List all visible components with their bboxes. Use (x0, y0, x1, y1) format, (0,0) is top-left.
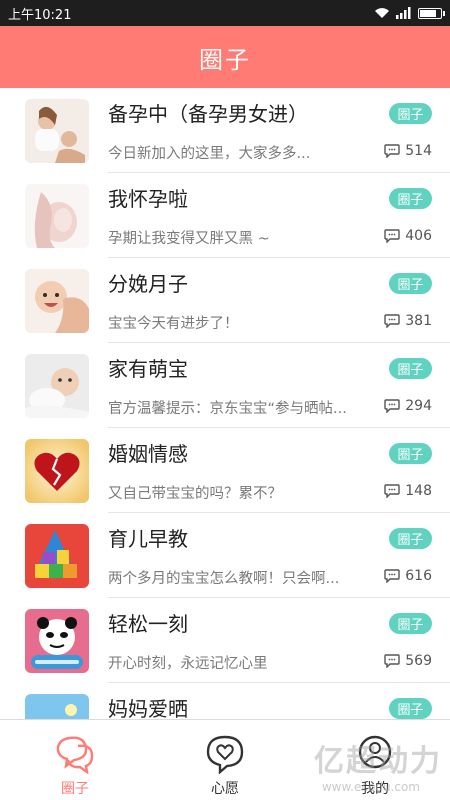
toy-blocks-image (25, 523, 89, 588)
circle-row-body: 育儿早教 两个多月的宝宝怎么教啊！只会啊... 圈子 616 (108, 513, 450, 598)
comment-count: 381 (384, 313, 432, 329)
chat-bubble-icon (56, 736, 94, 774)
watermark-url: www.ecodu.com (321, 780, 420, 794)
comment-count: 148 (384, 483, 432, 499)
comment-icon (384, 569, 400, 583)
title-bar: 圈子 (0, 26, 450, 88)
comment-count-value: 616 (405, 568, 432, 584)
comment-count-value: 406 (405, 228, 432, 244)
circle-row[interactable]: 婚姻情感 又自己带宝宝的吗？累不？ 圈子 148 (0, 428, 450, 513)
mother-baby-photo (25, 268, 89, 333)
circle-list[interactable]: 备孕中（备孕男女进） 今日新加入的这里，大家多多... 圈子 514 我怀孕啦 … (0, 88, 450, 719)
comment-count: 406 (384, 228, 432, 244)
circle-tag: 圈子 (389, 613, 432, 634)
circle-row[interactable]: 妈妈爱晒 圈子 (0, 683, 450, 719)
landscape-image (25, 693, 89, 719)
circle-name: 婚姻情感 (108, 442, 188, 466)
circle-row-body: 备孕中（备孕男女进） 今日新加入的这里，大家多多... 圈子 514 (108, 88, 450, 173)
circle-latest-post: 孕期让我变得又胖又黑 ~ (108, 231, 270, 247)
couple-photo (25, 98, 89, 163)
heart-bubble-icon (206, 735, 244, 774)
circle-latest-post: 官方温馨提示：京东宝宝“参与晒帖... (108, 401, 347, 417)
comment-icon (384, 399, 400, 413)
circle-tag: 圈子 (389, 698, 432, 719)
circle-latest-post: 两个多月的宝宝怎么教啊！只会啊... (108, 571, 340, 587)
circle-tag: 圈子 (389, 103, 432, 124)
circle-name: 我怀孕啦 (108, 187, 188, 211)
circle-row-body: 妈妈爱晒 圈子 (108, 683, 450, 719)
circle-row[interactable]: 育儿早教 两个多月的宝宝怎么教啊！只会啊... 圈子 616 (0, 513, 450, 598)
circle-row[interactable]: 轻松一刻 开心时刻，永远记忆心里 圈子 569 (0, 598, 450, 683)
panda-meme-image (25, 608, 89, 673)
comment-icon (384, 314, 400, 328)
signal-icon (396, 7, 411, 19)
circle-name: 轻松一刻 (108, 612, 188, 636)
tab-wishes[interactable]: 心愿 (150, 720, 300, 800)
status-bar: 上午10:21 (0, 0, 450, 26)
circle-row[interactable]: 家有萌宝 官方温馨提示：京东宝宝“参与晒帖... 圈子 294 (0, 343, 450, 428)
circle-row-body: 家有萌宝 官方温馨提示：京东宝宝“参与晒帖... 圈子 294 (108, 343, 450, 428)
watermark: 亿超动力 (314, 744, 442, 779)
circle-tag: 圈子 (389, 273, 432, 294)
circle-latest-post: 宝宝今天有进步了！ (108, 316, 239, 332)
circle-row[interactable]: 备孕中（备孕男女进） 今日新加入的这里，大家多多... 圈子 514 (0, 88, 450, 173)
comment-icon (384, 484, 400, 498)
comment-count: 294 (384, 398, 432, 414)
baby-photo (25, 353, 89, 418)
comment-count: 616 (384, 568, 432, 584)
tab-circles[interactable]: 圈子 (0, 720, 150, 800)
circle-name: 妈妈爱晒 (108, 697, 188, 719)
circle-row-body: 婚姻情感 又自己带宝宝的吗？累不？ 圈子 148 (108, 428, 450, 513)
circle-tag: 圈子 (389, 528, 432, 549)
status-icons (374, 7, 445, 19)
circle-tag: 圈子 (389, 358, 432, 379)
circle-row-body: 我怀孕啦 孕期让我变得又胖又黑 ~ 圈子 406 (108, 173, 450, 258)
pregnant-belly-photo (25, 183, 89, 248)
battery-icon (418, 7, 445, 19)
comment-count-value: 514 (405, 143, 432, 159)
circle-name: 备孕中（备孕男女进） (108, 102, 308, 126)
circle-name: 分娩月子 (108, 272, 188, 296)
comment-count: 569 (384, 653, 432, 669)
comment-count-value: 569 (405, 653, 432, 669)
tab-circles-label: 圈子 (61, 781, 89, 797)
status-time: 上午10:21 (8, 7, 72, 23)
comment-count-value: 294 (405, 398, 432, 414)
circle-name: 家有萌宝 (108, 357, 188, 381)
bottom-tab-bar: 圈子 心愿 我的 亿超动力 www.ecodu.com (0, 719, 450, 800)
comment-count: 514 (384, 143, 432, 159)
comment-icon (384, 144, 400, 158)
circle-row-body: 轻松一刻 开心时刻，永远记忆心里 圈子 569 (108, 598, 450, 683)
broken-heart-image (25, 438, 89, 503)
circle-tag: 圈子 (389, 443, 432, 464)
circle-latest-post: 今日新加入的这里，大家多多... (108, 146, 311, 162)
page-title: 圈子 (199, 45, 251, 74)
circle-tag: 圈子 (389, 188, 432, 209)
comment-count-value: 381 (405, 313, 432, 329)
comment-icon (384, 229, 400, 243)
circle-row[interactable]: 分娩月子 宝宝今天有进步了！ 圈子 381 (0, 258, 450, 343)
circle-name: 育儿早教 (108, 527, 188, 551)
comment-icon (384, 654, 400, 668)
circle-latest-post: 又自己带宝宝的吗？累不？ (108, 486, 282, 502)
circle-latest-post: 开心时刻，永远记忆心里 (108, 656, 268, 672)
circle-row[interactable]: 我怀孕啦 孕期让我变得又胖又黑 ~ 圈子 406 (0, 173, 450, 258)
wifi-icon (375, 8, 389, 18)
comment-count-value: 148 (405, 483, 432, 499)
circle-row-body: 分娩月子 宝宝今天有进步了！ 圈子 381 (108, 258, 450, 343)
tab-wishes-label: 心愿 (211, 781, 239, 797)
